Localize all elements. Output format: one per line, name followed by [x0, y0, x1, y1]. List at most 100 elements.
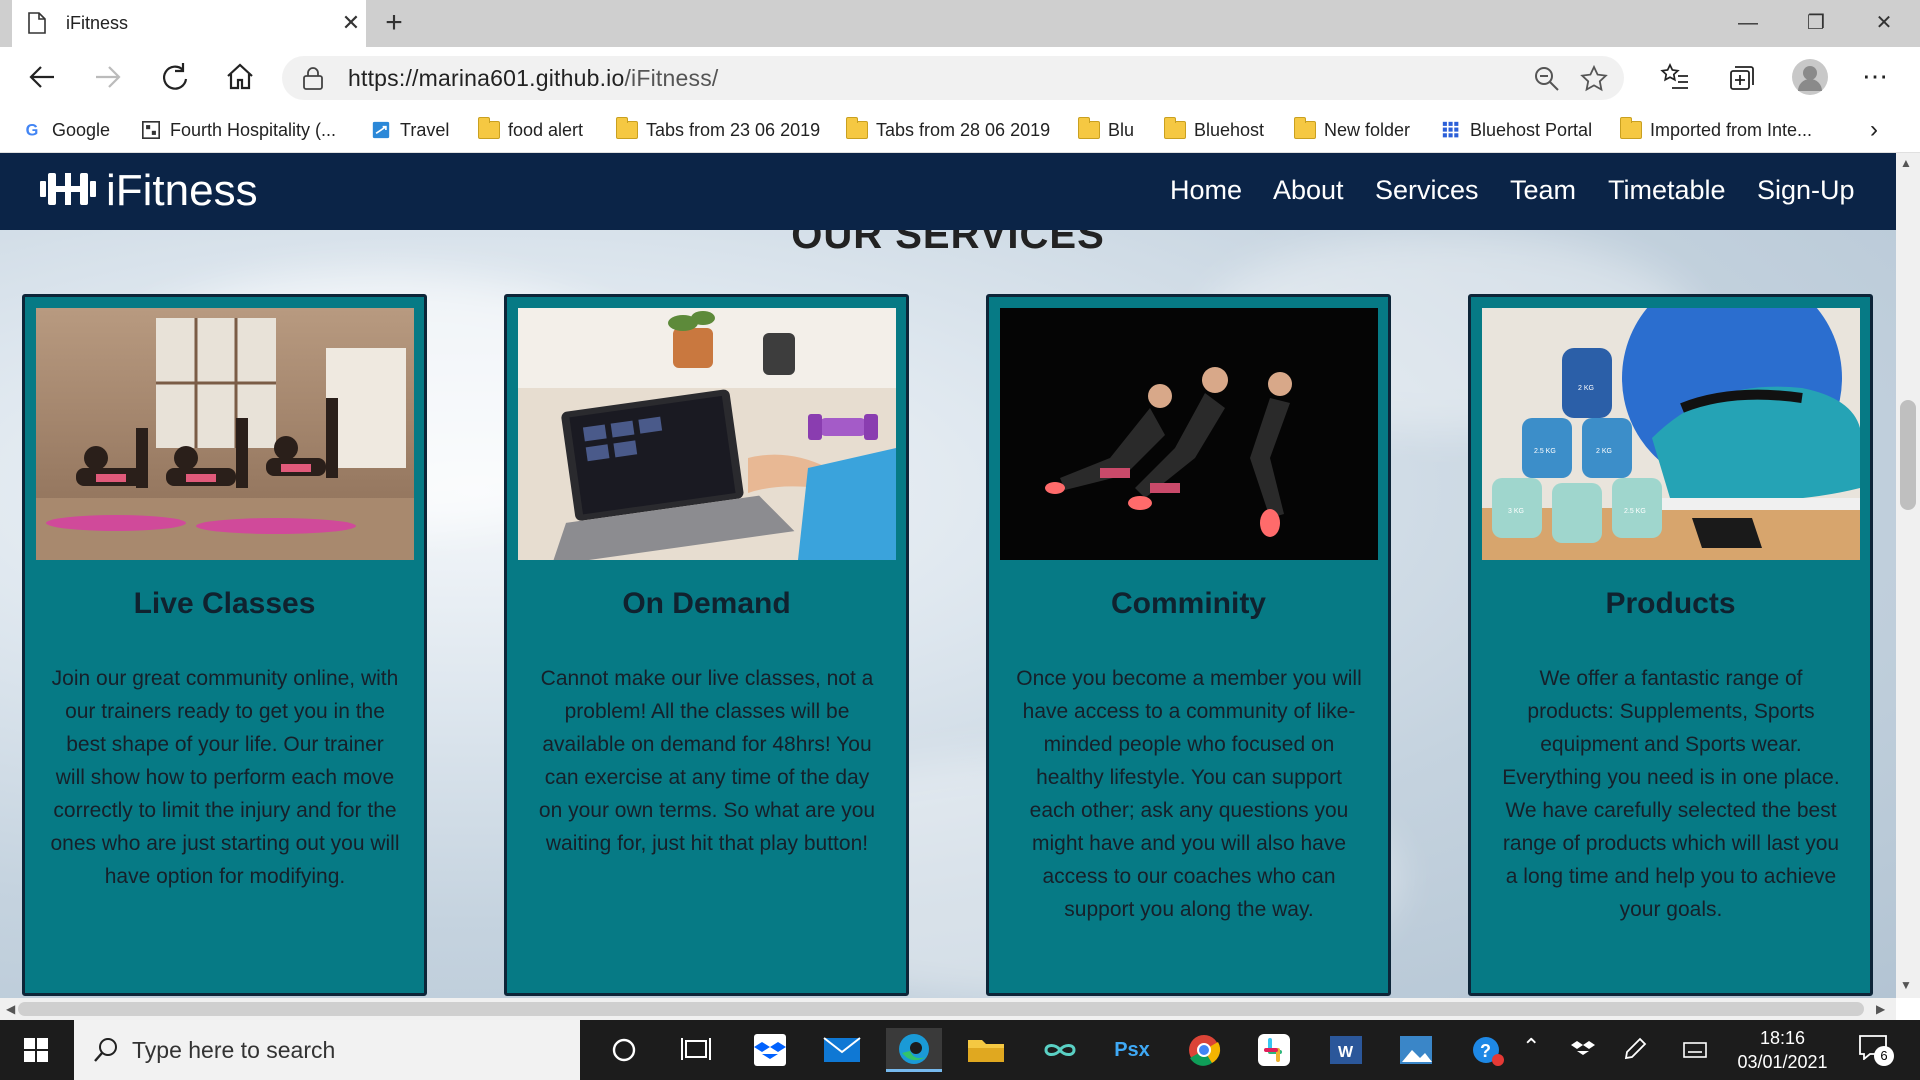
scroll-up-icon[interactable]: ▲ — [1900, 156, 1912, 170]
vertical-scroll-thumb[interactable] — [1900, 400, 1916, 510]
grid-icon — [1442, 121, 1459, 138]
bookmark-tabs-28-06-2019[interactable]: Tabs from 28 06 2019 — [846, 116, 1050, 144]
dumbbell-label: 2 KG — [1596, 448, 1612, 455]
dropbox-icon[interactable] — [742, 1028, 798, 1072]
search-placeholder: Type here to search — [132, 1037, 336, 1063]
vertical-scrollbar[interactable] — [1896, 153, 1920, 998]
taskbar-search-box[interactable]: Type here to search — [74, 1020, 580, 1080]
bookmark-label: Imported from Inte... — [1650, 120, 1813, 140]
dumbbell-label: 2.5 KG — [1534, 448, 1556, 455]
profile-avatar[interactable] — [1792, 59, 1828, 95]
favorites-icon[interactable] — [1660, 62, 1690, 92]
word-icon[interactable]: W — [1318, 1028, 1374, 1072]
nav-sign-up[interactable]: Sign-Up — [1757, 175, 1855, 206]
google-icon: G — [26, 122, 39, 139]
close-window-icon[interactable]: ✕ — [1854, 6, 1914, 40]
site-navbar: iFitness Home About Services Team Timeta… — [0, 153, 1896, 230]
card-description: Once you become a member you will have a… — [1016, 667, 1362, 921]
infinity-app-icon[interactable] — [1032, 1028, 1088, 1072]
dropbox-tray-icon[interactable] — [1570, 1038, 1596, 1062]
nav-services[interactable]: Services — [1375, 175, 1479, 206]
bookmark-imported[interactable]: Imported from Inte... — [1620, 116, 1812, 144]
chevron-right-icon[interactable]: › — [1870, 116, 1878, 144]
more-options-icon[interactable]: ⋯ — [1862, 61, 1888, 92]
horizontal-scroll-thumb[interactable] — [18, 1002, 1864, 1016]
zoom-icon[interactable] — [1534, 66, 1560, 92]
edge-browser-icon[interactable] — [886, 1028, 942, 1072]
card-description: Join our great community online, with ou… — [50, 667, 400, 888]
mail-icon[interactable] — [814, 1028, 870, 1072]
dumbbell-label: 3 KG — [1508, 508, 1524, 515]
nav-timetable[interactable]: Timetable — [1608, 175, 1726, 206]
bookmark-food-alert[interactable]: food alert — [478, 116, 583, 144]
scroll-left-icon[interactable]: ◀ — [6, 1002, 15, 1016]
bookmark-new-folder[interactable]: New folder — [1294, 116, 1410, 144]
nav-about[interactable]: About — [1273, 175, 1344, 206]
document-icon — [28, 12, 46, 34]
bookmark-label: New folder — [1324, 120, 1411, 140]
bookmark-label: Tabs from 23 06 2019 — [646, 120, 821, 140]
collections-icon[interactable] — [1726, 62, 1756, 92]
folder-icon — [478, 117, 500, 139]
card-title: On Demand — [622, 587, 791, 620]
refresh-icon[interactable] — [156, 59, 192, 95]
favorite-star-icon[interactable] — [1580, 65, 1608, 93]
keyboard-icon[interactable] — [1682, 1038, 1708, 1062]
fourth-icon — [142, 121, 160, 139]
card-title: Products — [1605, 587, 1736, 620]
task-view-icon[interactable] — [668, 1028, 724, 1072]
bookmark-travel[interactable]: Travel — [370, 116, 449, 144]
help-icon[interactable]: ? — [1460, 1028, 1516, 1072]
system-clock[interactable]: 18:16 03/01/2021 — [1720, 1026, 1845, 1074]
chrome-icon[interactable] — [1176, 1028, 1232, 1072]
card-title: Comminity — [1110, 587, 1266, 620]
scroll-right-icon[interactable]: ▶ — [1876, 1002, 1885, 1016]
dumbbell-icon — [40, 173, 96, 205]
address-bar[interactable]: https://marina601.github.io/iFitness/ — [282, 56, 1624, 100]
nav-team[interactable]: Team — [1510, 175, 1576, 206]
products-image: 2 KG 2.5 KG 2 KG 3 KG 2.5 KG — [1482, 308, 1860, 560]
close-tab-icon[interactable]: ✕ — [337, 9, 365, 37]
windows-start-icon[interactable] — [14, 1032, 58, 1068]
restore-icon[interactable]: ❐ — [1786, 6, 1846, 40]
svg-text:W: W — [1338, 1044, 1354, 1061]
browser-toolbar: https://marina601.github.io/iFitness/ ⋯ — [0, 47, 1920, 107]
bookmarks-bar: G Google Fourth Hospitality (... Travel f… — [0, 107, 1920, 153]
cortana-icon[interactable] — [596, 1028, 652, 1072]
forward-icon[interactable] — [90, 59, 126, 95]
bookmark-bluehost-portal[interactable]: Bluehost Portal — [1440, 116, 1592, 144]
bookmark-label: Tabs from 28 06 2019 — [876, 120, 1051, 140]
brand-name: iFitness — [106, 166, 258, 215]
notification-center[interactable]: 6 — [1858, 1034, 1898, 1068]
bookmark-label: Blu — [1108, 120, 1135, 140]
bookmark-tabs-23-06-2019[interactable]: Tabs from 23 06 2019 — [616, 116, 820, 144]
lock-icon — [303, 67, 323, 90]
bookmark-google[interactable]: G Google — [22, 116, 110, 144]
pen-icon[interactable] — [1622, 1036, 1648, 1064]
community-image — [1000, 308, 1378, 560]
service-card-on-demand: On Demand Cannot make our live classes, … — [504, 294, 909, 996]
browser-tab[interactable]: iFitness ✕ — [12, 0, 366, 47]
back-icon[interactable] — [24, 59, 60, 95]
slack-icon[interactable] — [1246, 1028, 1302, 1072]
new-tab-icon[interactable]: + — [378, 8, 410, 40]
clock-time: 18:16 — [1759, 1028, 1806, 1048]
photos-icon[interactable] — [1388, 1028, 1444, 1072]
photoshop-express-icon[interactable]: Psx — [1104, 1028, 1160, 1072]
scroll-down-icon[interactable]: ▼ — [1900, 978, 1912, 992]
service-card-live-classes: Live Classes Join our great community on… — [22, 294, 427, 996]
nav-home[interactable]: Home — [1170, 175, 1242, 206]
folder-icon — [616, 117, 638, 139]
minimize-icon[interactable]: — — [1718, 6, 1778, 40]
clock-date: 03/01/2021 — [1737, 1052, 1828, 1072]
chevron-up-icon[interactable]: ⌃ — [1522, 1034, 1540, 1060]
bookmark-label: Bluehost Portal — [1470, 120, 1593, 140]
bookmark-blu[interactable]: Blu — [1078, 116, 1134, 144]
home-icon[interactable] — [222, 59, 258, 95]
bookmark-bluehost[interactable]: Bluehost — [1164, 116, 1264, 144]
service-card-products: 2 KG 2.5 KG 2 KG 3 KG 2.5 KG Products We… — [1468, 294, 1873, 996]
service-card-community: Comminity Once you become a member you w… — [986, 294, 1391, 996]
brand-logo[interactable]: iFitness — [40, 165, 258, 217]
file-explorer-icon[interactable] — [958, 1028, 1014, 1072]
bookmark-fourth-hospitality[interactable]: Fourth Hospitality (... — [140, 116, 336, 144]
